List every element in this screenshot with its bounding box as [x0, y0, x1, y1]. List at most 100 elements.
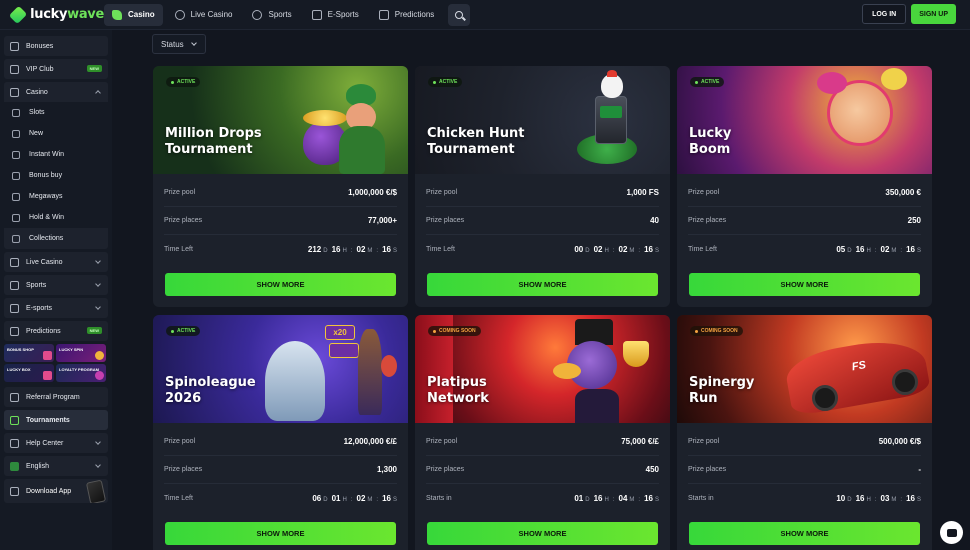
time-row: Starts in 10 D 16 H:03 M:16 S	[688, 493, 921, 503]
multiplier-x50-icon	[329, 343, 359, 358]
parrot-icon	[381, 355, 397, 377]
tournament-banner[interactable]: ACTIVE Chicken Hunt Tournament	[415, 66, 670, 174]
prize-places-row: Prize places 450	[426, 456, 659, 484]
topnav-esports[interactable]: E-Sports	[304, 4, 367, 26]
tournament-card: FS COMING SOON Spinergy Run Prize pool 500…	[677, 315, 932, 550]
sidebar-item-bonuses[interactable]: Bonuses	[4, 36, 108, 56]
tournament-card: ACTIVE Million Drops Tournament Prize poo…	[153, 66, 408, 307]
sidebar-item-esports[interactable]: E-sports	[4, 298, 108, 318]
show-more-button[interactable]: SHOW MORE	[689, 522, 920, 545]
promo-lucky-spin[interactable]: LUCKY SPIN	[56, 344, 106, 362]
search-button[interactable]	[448, 3, 471, 26]
live-chat-button[interactable]	[940, 521, 963, 544]
prize-places-row: Prize places 40	[426, 207, 659, 235]
sidebar-sub-bonus-buy[interactable]: Bonus buy	[4, 165, 108, 186]
tournament-title: Lucky Boom	[689, 126, 732, 157]
sidebar-sub-instant-win[interactable]: Instant Win	[4, 144, 108, 165]
chevron-down-icon	[95, 281, 101, 287]
new-badge: NEW	[86, 327, 102, 334]
tournament-banner[interactable]: ACTIVE Lucky Boom	[677, 66, 932, 174]
gamepad-icon	[10, 303, 19, 313]
promo-row-2: LUCKY BOX LOYALTY PROGRAM	[4, 364, 108, 382]
auth-buttons: LOG IN SIGN UP	[862, 4, 956, 24]
topnav-sports[interactable]: Sports	[244, 4, 299, 26]
status-badge: ACTIVE	[166, 77, 201, 87]
brand-logo[interactable]: luckywave	[0, 0, 104, 30]
prize-places-row: Prize places -	[688, 456, 921, 484]
countdown-timer: 00 D 02 H:02 M:16 S	[574, 244, 659, 254]
sidebar-sub-new[interactable]: New	[4, 123, 108, 144]
promo-lucky-box[interactable]: LUCKY BOX	[4, 364, 54, 382]
slot-reels-icon	[600, 106, 622, 118]
sidebar-item-casino[interactable]: Casino	[4, 82, 108, 102]
sidebar-sub-megaways[interactable]: Megaways	[4, 186, 108, 207]
prize-pool-row: Prize pool 12,000,000 €/£	[164, 428, 397, 456]
sidebar-item-tournaments[interactable]: Tournaments	[4, 410, 108, 430]
status-filter-dropdown[interactable]: Status	[152, 34, 206, 54]
gamepad-icon	[311, 9, 322, 20]
wheel-icon	[812, 385, 838, 411]
medal-icon	[95, 371, 104, 380]
sidebar-item-sports[interactable]: Sports	[4, 275, 108, 295]
show-more-button[interactable]: SHOW MORE	[165, 273, 396, 296]
sidebar-item-vip-club[interactable]: VIP Club NEW	[4, 59, 108, 79]
status-badge: COMING SOON	[428, 326, 481, 336]
show-more-button[interactable]: SHOW MORE	[427, 522, 658, 545]
promo-loyalty-program[interactable]: LOYALTY PROGRAM	[56, 364, 106, 382]
tournament-title: Spinergy Run	[689, 375, 755, 406]
platypus-beak-icon	[553, 363, 581, 379]
spade-icon	[112, 9, 122, 20]
box-icon	[43, 371, 52, 380]
slot-machine-icon	[595, 96, 627, 144]
brand-name-part1: lucky	[30, 7, 68, 22]
topnav-predictions[interactable]: Predictions	[371, 4, 443, 26]
brand-name-part2: wave	[67, 7, 104, 22]
jester-hat-icon	[881, 68, 907, 90]
wheel-icon	[892, 369, 918, 395]
time-row: Time Left 00 D 02 H:02 M:16 S	[426, 244, 659, 254]
sidebar-item-referral[interactable]: Referral Program	[4, 387, 108, 407]
tournament-card: COMING SOON Platipus Network Prize pool 75…	[415, 315, 670, 550]
sidebar-item-live-casino[interactable]: Live Casino	[4, 252, 108, 272]
explorer-icon	[358, 329, 382, 415]
slots-icon	[12, 108, 20, 117]
sidebar-item-help-center[interactable]: Help Center	[4, 433, 108, 453]
tournament-banner[interactable]: x20 ACTIVE Spinoleague 2026	[153, 315, 408, 423]
login-button[interactable]: LOG IN	[862, 4, 907, 24]
top-nav: Casino Live Casino Sports E-Sports Predi…	[104, 0, 471, 30]
chevron-down-icon	[95, 462, 101, 468]
phone-icon	[85, 479, 107, 503]
chart-icon	[10, 326, 19, 336]
show-more-button[interactable]: SHOW MORE	[165, 522, 396, 545]
spade-icon	[10, 87, 19, 97]
tournament-banner[interactable]: ACTIVE Million Drops Tournament	[153, 66, 408, 174]
gold-coins-icon	[303, 110, 347, 126]
sidebar-sub-hold-win[interactable]: Hold & Win	[4, 207, 108, 228]
tournament-banner[interactable]: FS COMING SOON Spinergy Run	[677, 315, 932, 423]
promo-bonus-shop[interactable]: BONUS SHOP	[4, 344, 54, 362]
sidebar-sub-collections[interactable]: Collections	[4, 228, 108, 249]
status-badge: ACTIVE	[428, 77, 463, 87]
tournament-banner[interactable]: COMING SOON Platipus Network	[415, 315, 670, 423]
countdown-timer: 01 D 16 H:04 M:16 S	[574, 493, 659, 503]
sidebar-item-predictions[interactable]: Predictions NEW	[4, 321, 108, 341]
download-app-banner[interactable]: Download App	[4, 479, 108, 503]
tournament-title: Chicken Hunt Tournament	[427, 126, 525, 157]
grid-icon	[12, 234, 20, 243]
sidebar-item-language[interactable]: English	[4, 456, 108, 476]
prize-places-row: Prize places 1,300	[164, 456, 397, 484]
sidebar-sub-slots[interactable]: Slots	[4, 102, 108, 123]
chevron-down-icon	[95, 439, 101, 445]
chevron-up-icon	[95, 90, 101, 96]
signup-button[interactable]: SIGN UP	[911, 4, 956, 24]
bag-icon	[12, 171, 20, 180]
topnav-casino[interactable]: Casino	[104, 3, 163, 26]
promo-row-1: BONUS SHOP LUCKY SPIN	[4, 344, 108, 362]
prize-pool-row: Prize pool 75,000 €/£	[426, 428, 659, 456]
platypus-body-icon	[575, 389, 619, 423]
topnav-live-casino[interactable]: Live Casino	[167, 4, 241, 26]
trophy-icon	[10, 415, 19, 425]
status-badge: ACTIVE	[166, 326, 201, 336]
show-more-button[interactable]: SHOW MORE	[427, 273, 658, 296]
show-more-button[interactable]: SHOW MORE	[689, 273, 920, 296]
